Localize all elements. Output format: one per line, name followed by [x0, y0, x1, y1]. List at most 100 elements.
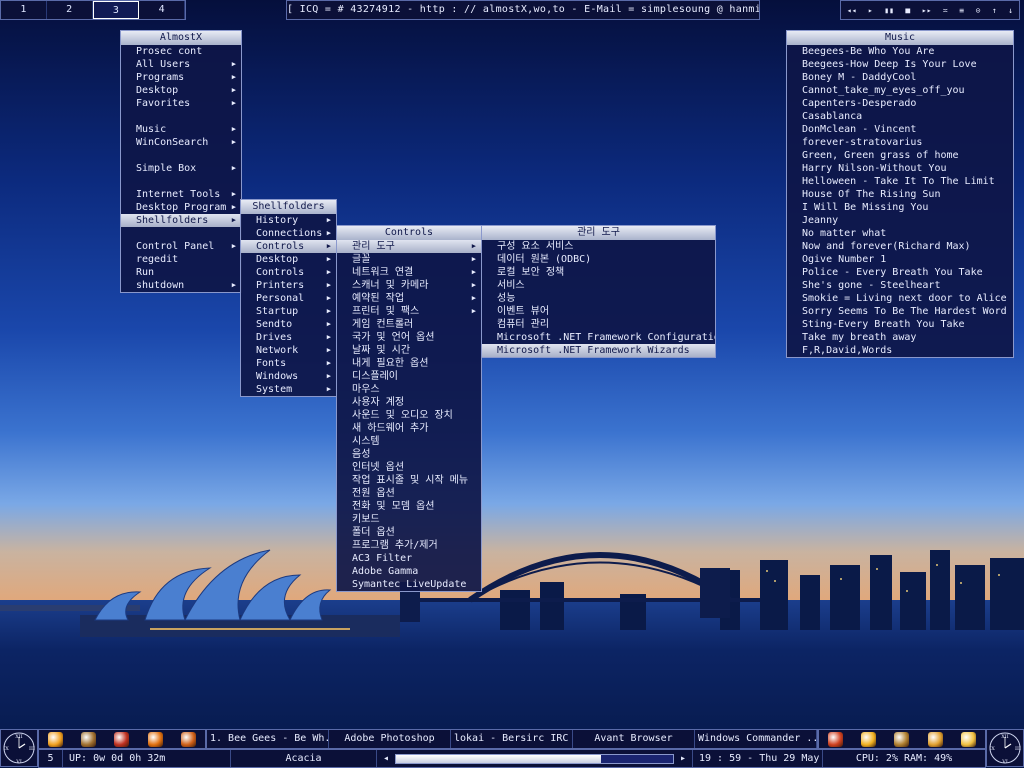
menu-item-프로그램-추가-제거[interactable]: 프로그램 추가/제거 [337, 539, 481, 552]
menu-item-jeanny[interactable]: Jeanny [787, 214, 1013, 227]
menu-item-no-matter-what[interactable]: No matter what [787, 227, 1013, 240]
menu-item-startup[interactable]: Startup ▶ [241, 305, 336, 318]
menu-item-beegees-how-deep-is-your-love[interactable]: Beegees-How Deep Is Your Love [787, 58, 1013, 71]
gear-app-icon[interactable] [894, 731, 910, 747]
flame-icon[interactable] [147, 731, 163, 747]
menu-item-internet-tools[interactable]: Internet Tools ▶ [121, 188, 241, 201]
menu-item-symantec-liveupdate[interactable]: Symantec LiveUpdate [337, 578, 481, 591]
menu-item-사운드-및-오디오-장치[interactable]: 사운드 및 오디오 장치 [337, 409, 481, 422]
rewind-icon[interactable]: ◂◂ [847, 6, 857, 15]
menu-item-시스템[interactable]: 시스템 [337, 435, 481, 448]
menu-item-내게-필요한-옵션[interactable]: 내게 필요한 옵션 [337, 357, 481, 370]
workspace-1[interactable]: 1 [1, 1, 47, 19]
menu-item-프린터-및-팩스[interactable]: 프린터 및 팩스 ▶ [337, 305, 481, 318]
workspace-number[interactable]: 5 [39, 750, 63, 767]
menu-item-smokie-living-next-door-to-alice[interactable]: Smokie = Living next door to Alice [787, 292, 1013, 305]
menu-item-casablanca[interactable]: Casablanca [787, 110, 1013, 123]
menu-item-house-of-the-rising-sun[interactable]: House Of The Rising Sun [787, 188, 1013, 201]
menu-item-connections[interactable]: Connections ▶ [241, 227, 336, 240]
menu-item-programs[interactable]: Programs ▶ [121, 71, 241, 84]
shuffle-icon[interactable]: ≍ [943, 6, 948, 15]
menu-item-printers[interactable]: Printers ▶ [241, 279, 336, 292]
menu-item-사용자-계정[interactable]: 사용자 계정 [337, 396, 481, 409]
taskbar-button[interactable]: Avant Browser [573, 730, 695, 748]
volume-slider[interactable]: ◂ ▸ [377, 750, 693, 767]
menu-item-이벤트-뷰어[interactable]: 이벤트 뷰어 [482, 305, 715, 318]
menu-item-국가-및-언어-옵션[interactable]: 국가 및 언어 옵션 [337, 331, 481, 344]
volume-right-arrow-icon[interactable]: ▸ [680, 750, 686, 767]
disc-icon[interactable] [828, 731, 844, 747]
taskbar-button[interactable]: Adobe Photoshop [329, 730, 451, 748]
menu-item-controls[interactable]: Controls ▶ [241, 240, 336, 253]
menu-item-shellfolders[interactable]: Shellfolders ▶ [121, 214, 241, 227]
menu-item-새-하드웨어-추가[interactable]: 새 하드웨어 추가 [337, 422, 481, 435]
menu-item-desktop-program[interactable]: Desktop Program ▶ [121, 201, 241, 214]
workspace-2[interactable]: 2 [47, 1, 93, 19]
menu-item-i-will-be-missing-you[interactable]: I Will Be Missing You [787, 201, 1013, 214]
menu-item-desktop[interactable]: Desktop ▶ [241, 253, 336, 266]
menu-item-drives[interactable]: Drives ▶ [241, 331, 336, 344]
app-icon[interactable] [81, 731, 97, 747]
menu-item-she-s-gone-steelheart[interactable]: She's gone - Steelheart [787, 279, 1013, 292]
down-icon[interactable]: ↓ [1008, 6, 1013, 15]
menu-item-폴더-옵션[interactable]: 폴더 옵션 [337, 526, 481, 539]
up-icon[interactable]: ↑ [992, 6, 997, 15]
menu-item-favorites[interactable]: Favorites ▶ [121, 97, 241, 110]
menu-item-helloween-take-it-to-the-limit[interactable]: Helloween - Take It To The Limit [787, 175, 1013, 188]
menu-item-f-r-david-words[interactable]: F,R,David,Words [787, 344, 1013, 357]
menu-item-police-every-breath-you-take[interactable]: Police - Every Breath You Take [787, 266, 1013, 279]
menu-item-fonts[interactable]: Fonts ▶ [241, 357, 336, 370]
menu-item-microsoft-net-framework-configuration[interactable]: Microsoft .NET Framework Configuration [482, 331, 715, 344]
menu-item-all-users[interactable]: All Users ▶ [121, 58, 241, 71]
menu-item-sendto[interactable]: Sendto ▶ [241, 318, 336, 331]
menu-item-shutdown[interactable]: shutdown ▶ [121, 279, 241, 292]
menu-item-now-and-forever-richard-max[interactable]: Now and forever(Richard Max) [787, 240, 1013, 253]
menu-item-winconsearch[interactable]: WinConSearch ▶ [121, 136, 241, 149]
menu-item-harry-nilson-without-you[interactable]: Harry Nilson-Without You [787, 162, 1013, 175]
menu-item-인터넷-옵션[interactable]: 인터넷 옵션 [337, 461, 481, 474]
menu-item-green-green-grass-of-home[interactable]: Green, Green grass of home [787, 149, 1013, 162]
menu-item-서비스[interactable]: 서비스 [482, 279, 715, 292]
menu-item-network[interactable]: Network ▶ [241, 344, 336, 357]
menu-item-sorry-seems-to-be-the-hardest-word[interactable]: Sorry Seems To Be The Hardest Word [787, 305, 1013, 318]
menu-item-beegees-be-who-you-are[interactable]: Beegees-Be Who You Are [787, 45, 1013, 58]
menu-item-desktop[interactable]: Desktop ▶ [121, 84, 241, 97]
menu-item-컴퓨터-관리[interactable]: 컴퓨터 관리 [482, 318, 715, 331]
menu-item-control-panel[interactable]: Control Panel ▶ [121, 240, 241, 253]
analog-clock-left[interactable]: XII III VI IX [0, 729, 38, 767]
menu-item-관리-도구[interactable]: 관리 도구 ▶ [337, 240, 481, 253]
menu-item-로컬-보안-정책[interactable]: 로컬 보안 정책 [482, 266, 715, 279]
stop-icon[interactable]: ■ [905, 6, 910, 15]
volume-left-arrow-icon[interactable]: ◂ [383, 750, 389, 767]
forward-icon[interactable]: ▸▸ [922, 6, 932, 15]
menu-item-system[interactable]: System ▶ [241, 383, 336, 396]
menu-item-데이터-원본-odbc[interactable]: 데이터 원본 (ODBC) [482, 253, 715, 266]
menu-item-run[interactable]: Run [121, 266, 241, 279]
taskbar-button[interactable]: 1. Bee Gees - Be Wh... [207, 730, 329, 748]
taskbar-button[interactable]: Windows Commander ... [695, 730, 817, 748]
menu-item-날짜-및-시간[interactable]: 날짜 및 시간 [337, 344, 481, 357]
menu-item-prosec-cont[interactable]: Prosec cont [121, 45, 241, 58]
menu-item-adobe-gamma[interactable]: Adobe Gamma [337, 565, 481, 578]
menu-item-personal[interactable]: Personal ▶ [241, 292, 336, 305]
playlist-icon[interactable]: ≡ [959, 6, 964, 15]
menu-item-ac3-filter[interactable]: AC3 Filter [337, 552, 481, 565]
circle-app-icon[interactable] [180, 731, 196, 747]
coin-icon[interactable] [927, 731, 943, 747]
menu-item-controls[interactable]: Controls ▶ [241, 266, 336, 279]
menu-item-simple-box[interactable]: Simple Box ▶ [121, 162, 241, 175]
menu-item-windows[interactable]: Windows ▶ [241, 370, 336, 383]
menu-item-donmclean-vincent[interactable]: DonMclean - Vincent [787, 123, 1013, 136]
menu-item-작업-표시줄-및-시작-메뉴[interactable]: 작업 표시줄 및 시작 메뉴 [337, 474, 481, 487]
play-icon[interactable]: ▸ [868, 6, 873, 15]
menu-item-성능[interactable]: 성능 [482, 292, 715, 305]
pacman-icon[interactable] [861, 731, 877, 747]
taskbar-button[interactable]: lokai - Bersirc IRC Cl... [451, 730, 573, 748]
menu-item-글꼴[interactable]: 글꼴 ▶ [337, 253, 481, 266]
pause-icon[interactable]: ▮▮ [884, 6, 894, 15]
menu-item-microsoft-net-framework-wizards[interactable]: Microsoft .NET Framework Wizards [482, 344, 715, 357]
menu-item-음성[interactable]: 음성 [337, 448, 481, 461]
menu-item-키보드[interactable]: 키보드 [337, 513, 481, 526]
menu-item-디스플레이[interactable]: 디스플레이 [337, 370, 481, 383]
menu-item-전원-옵션[interactable]: 전원 옵션 [337, 487, 481, 500]
